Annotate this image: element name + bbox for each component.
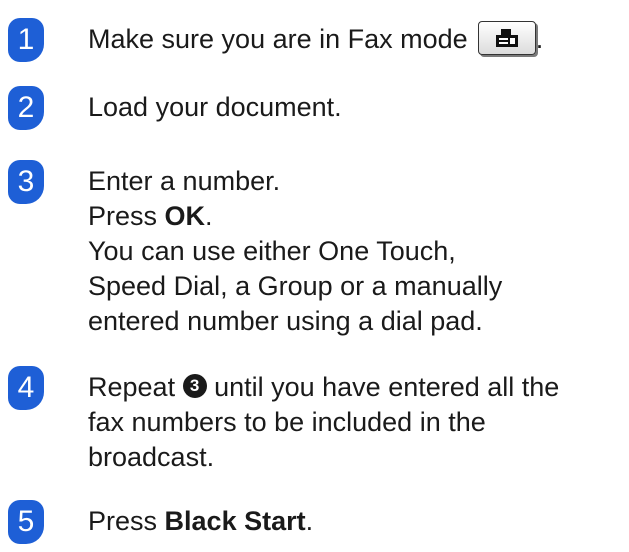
step-text: Load your document. xyxy=(88,90,618,125)
step-text: Repeat 3 until you have entered all the … xyxy=(88,370,618,475)
press-suffix: . xyxy=(205,201,213,231)
step-2-text: Load your document. xyxy=(88,92,342,122)
step-text: Enter a number. Press OK. You can use ei… xyxy=(88,164,618,339)
step-3-line-1: Enter a number. xyxy=(88,166,281,196)
fax-mode-icon xyxy=(495,28,518,47)
step-number-badge: 3 xyxy=(8,160,44,204)
ok-key-label: OK xyxy=(164,201,206,231)
fax-mode-button[interactable] xyxy=(477,20,536,55)
step-1-text: Make sure you are in Fax mode xyxy=(88,24,468,54)
press-prefix: Press xyxy=(88,506,165,536)
step-3-press-line: Press OK. xyxy=(88,199,618,234)
press-suffix: . xyxy=(305,506,314,536)
step-1-trailing: . xyxy=(535,24,544,54)
step-number-badge: 5 xyxy=(8,500,44,544)
step-reference-badge: 3 xyxy=(182,373,207,398)
step-text: Press Black Start. xyxy=(88,504,618,539)
step-4-line-3: broadcast. xyxy=(88,442,215,472)
step-3-line-5: entered number using a dial pad. xyxy=(88,306,483,336)
step-5-press-line: Press Black Start. xyxy=(88,504,618,539)
repeat-suffix: until you have entered all the xyxy=(206,372,560,402)
step-3-line-3: You can use either One Touch, xyxy=(88,236,456,266)
press-prefix: Press xyxy=(88,201,165,231)
step-3-line-4: Speed Dial, a Group or a manually xyxy=(88,271,503,301)
black-start-key-label: Black Start xyxy=(164,506,306,536)
step-4-line-1: Repeat 3 until you have entered all the xyxy=(88,370,618,405)
step-number-badge: 2 xyxy=(8,86,44,130)
step-text: Make sure you are in Fax mode . xyxy=(88,20,618,58)
step-number-badge: 1 xyxy=(8,18,44,62)
repeat-prefix: Repeat xyxy=(88,372,183,402)
step-number-badge: 4 xyxy=(8,366,44,410)
step-4-line-2: fax numbers to be included in the xyxy=(88,407,486,437)
